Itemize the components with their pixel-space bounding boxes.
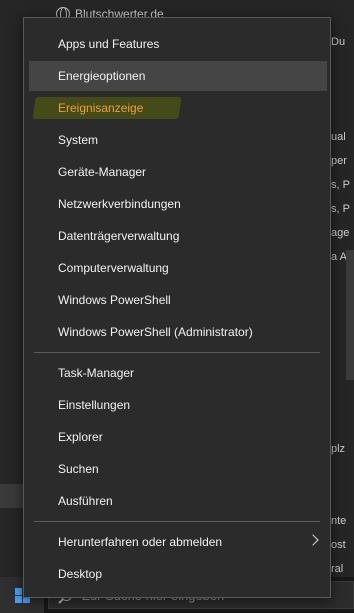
menu-item-label: Datenträgerverwaltung [58, 229, 180, 243]
background-text-fragment: nte [331, 515, 347, 527]
menu-item-label: Geräte-Manager [58, 165, 147, 179]
menu-item-label: Task-Manager [58, 366, 135, 380]
menu-item-system[interactable]: System [29, 125, 327, 155]
menu-item-windows-powershell[interactable]: Windows PowerShell [29, 285, 327, 315]
menu-item-computerverwaltung[interactable]: Computerverwaltung [29, 253, 327, 283]
background-selection-band [0, 484, 24, 508]
menu-item-energieoptionen[interactable]: Energieoptionen [29, 61, 327, 91]
background-text-fragment: ual [331, 131, 346, 143]
screen: Blutschwerter.de Du ual per s, P s, P ag… [0, 0, 354, 613]
menu-item-label: Windows PowerShell (Administrator) [58, 325, 253, 339]
menu-item-label: Desktop [58, 567, 103, 581]
menu-item-ausfuehren[interactable]: Ausführen [29, 486, 327, 516]
menu-item-desktop[interactable]: Desktop [29, 559, 327, 589]
background-text-fragment: ral [331, 563, 344, 575]
background-text-fragment: age [331, 227, 350, 239]
menu-item-windows-powershell-admin[interactable]: Windows PowerShell (Administrator) [29, 317, 327, 347]
menu-item-label: Herunterfahren oder abmelden [58, 535, 223, 549]
menu-item-label: Explorer [58, 430, 103, 444]
menu-item-suchen[interactable]: Suchen [29, 454, 327, 484]
menu-item-label: System [58, 133, 99, 147]
background-scrollbar[interactable] [346, 250, 354, 380]
menu-item-herunterfahren[interactable]: Herunterfahren oder abmelden [29, 527, 327, 557]
background-text-fragment: plz [331, 443, 346, 455]
power-user-menu: Apps und Features Energieoptionen Ereign… [23, 17, 331, 598]
menu-item-label: Apps und Features [58, 37, 160, 51]
menu-item-label: Windows PowerShell [58, 293, 171, 307]
menu-item-ereignisanzeige[interactable]: Ereignisanzeige [29, 93, 327, 123]
menu-separator [34, 352, 320, 353]
menu-item-label: Netzwerkverbindungen [58, 197, 181, 211]
background-text-fragment: per [331, 155, 347, 167]
menu-item-label: Energieoptionen [58, 69, 146, 83]
menu-item-label: Einstellungen [58, 398, 131, 412]
menu-item-label: Ausführen [58, 494, 113, 508]
menu-item-geraete-manager[interactable]: Geräte-Manager [29, 157, 327, 187]
menu-item-einstellungen[interactable]: Einstellungen [29, 390, 327, 420]
menu-item-netzwerkverbindungen[interactable]: Netzwerkverbindungen [29, 189, 327, 219]
menu-separator [34, 521, 320, 522]
background-text-fragment: s, P [331, 203, 350, 215]
menu-item-label: Ereignisanzeige [58, 101, 144, 115]
background-text-fragment: s, P [331, 179, 350, 191]
menu-item-task-manager[interactable]: Task-Manager [29, 358, 327, 388]
menu-item-label: Computerverwaltung [58, 261, 169, 275]
menu-item-apps-und-features[interactable]: Apps und Features [29, 29, 327, 59]
background-text-fragment: ost [331, 539, 346, 551]
background-text-fragment: Du [331, 36, 346, 48]
chevron-right-icon [307, 534, 319, 546]
menu-item-datentraegerverwaltung[interactable]: Datenträgerverwaltung [29, 221, 327, 251]
menu-item-explorer[interactable]: Explorer [29, 422, 327, 452]
menu-item-label: Suchen [58, 462, 99, 476]
